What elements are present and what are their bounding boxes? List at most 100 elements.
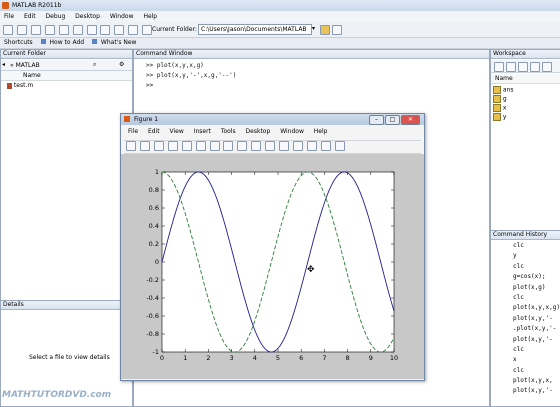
menu-file[interactable]: File — [4, 13, 14, 20]
gear-icon[interactable]: ⚙ — [119, 61, 124, 68]
delete-variable-icon[interactable] — [530, 62, 540, 72]
figure-menu-help[interactable]: Help — [314, 128, 328, 135]
save-figure-icon[interactable] — [153, 141, 164, 151]
history-entry[interactable]: clc — [513, 346, 559, 356]
history-entry[interactable]: clc — [513, 294, 559, 304]
workspace-panel: Workspace Name ans g x y — [490, 49, 560, 231]
x-tick-label: 0 — [160, 354, 164, 362]
matlab-logo-icon — [2, 2, 9, 9]
figure-menu-insert[interactable]: Insert — [194, 128, 211, 135]
workspace-name-header[interactable]: Name — [491, 74, 560, 84]
open-figure-icon[interactable] — [139, 141, 150, 151]
details-title: Details — [1, 301, 132, 310]
maximize-button[interactable]: □ — [385, 115, 400, 125]
edit-plot-icon[interactable] — [181, 141, 192, 151]
rotate-icon[interactable] — [237, 141, 248, 151]
history-entry[interactable]: .plot(x,y,'- — [513, 325, 559, 335]
how-to-add-link[interactable]: How to Add — [50, 39, 85, 46]
new-figure-icon[interactable] — [126, 141, 136, 151]
print-figure-icon[interactable] — [167, 141, 178, 151]
menu-edit[interactable]: Edit — [24, 13, 36, 20]
figure-menu-file[interactable]: File — [128, 128, 138, 135]
browse-folder-icon[interactable] — [320, 25, 330, 35]
y-tick-label: 0 — [155, 258, 159, 266]
command-window-title: Command Window — [134, 50, 489, 59]
x-tick-label: 9 — [369, 354, 373, 362]
menu-window[interactable]: Window — [110, 13, 134, 20]
m-file-icon — [7, 82, 12, 89]
history-entry[interactable]: clc — [513, 263, 559, 273]
history-entry[interactable]: plot(x,y,x, — [513, 377, 559, 387]
history-entry[interactable]: plot(x,y,x,g) — [513, 304, 560, 314]
x-tick-label: 4 — [253, 354, 257, 362]
command-line: >> plot(x,y,'-',x,g,'--') — [146, 72, 237, 79]
paste-icon[interactable] — [58, 25, 69, 35]
folder-path-crumb[interactable]: « MATLAB — [10, 62, 40, 69]
save-workspace-icon[interactable] — [518, 62, 528, 72]
folder-name-header[interactable]: Name — [1, 71, 132, 81]
redo-icon[interactable] — [86, 25, 97, 35]
show-plot-tools-icon[interactable] — [334, 141, 345, 151]
close-button[interactable]: ✕ — [401, 115, 420, 125]
list-item[interactable]: ans — [493, 86, 514, 94]
list-item[interactable]: y — [493, 113, 506, 121]
open-file-icon[interactable] — [16, 25, 27, 35]
undo-icon[interactable] — [72, 25, 83, 35]
hide-plot-tools-icon[interactable] — [320, 141, 331, 151]
zoom-in-icon[interactable] — [195, 141, 206, 151]
open-variable-icon[interactable] — [506, 62, 516, 72]
plot-area[interactable]: 0 1 2 3 4 5 6 7 8 9 10 1 0.8 0.6 0.4 0.2 0 -0.2 -0.4 -0.6 -0… — [121, 154, 424, 379]
new-file-icon[interactable] — [3, 25, 13, 35]
menu-debug[interactable]: Debug — [46, 13, 66, 20]
back-icon[interactable]: ◂ — [2, 61, 5, 68]
profiler-icon[interactable] — [128, 25, 139, 35]
history-entry[interactable]: clc — [513, 242, 559, 252]
list-item[interactable]: x — [493, 104, 506, 112]
simulink-icon[interactable] — [100, 25, 111, 35]
folder-up-icon[interactable] — [332, 25, 342, 35]
history-entry[interactable]: g=cos(x); — [513, 273, 559, 283]
current-folder-field[interactable]: C:\Users\Jason\Documents\MATLAB — [198, 24, 312, 35]
y-tick-label: -1 — [153, 348, 159, 356]
list-item[interactable]: test.m — [7, 82, 33, 89]
colorbar-icon[interactable] — [293, 141, 304, 151]
current-folder-panel: Current Folder ◂ « MATLAB ⌕ ⚙ Name test.… — [0, 49, 133, 301]
figure-menu-edit[interactable]: Edit — [148, 128, 160, 135]
legend-icon[interactable] — [306, 141, 317, 151]
history-entry[interactable]: plot(x,y,'- — [513, 315, 559, 325]
figure-menu-view[interactable]: View — [170, 128, 184, 135]
history-entry[interactable]: clc — [513, 367, 559, 377]
data-cursor-icon[interactable] — [251, 141, 262, 151]
pan-icon[interactable] — [223, 141, 234, 151]
figure-menu-desktop[interactable]: Desktop — [246, 128, 271, 135]
folder-dropdown-icon[interactable]: ▾ — [312, 25, 315, 32]
menu-desktop[interactable]: Desktop — [75, 13, 100, 20]
plot-select-icon[interactable] — [542, 62, 552, 72]
guide-icon[interactable] — [114, 25, 125, 35]
history-entry[interactable]: y — [513, 252, 559, 262]
new-variable-icon[interactable] — [494, 62, 504, 72]
whats-new-link[interactable]: What's New — [101, 39, 137, 46]
figure-menu-tools[interactable]: Tools — [221, 128, 236, 135]
help-icon[interactable] — [142, 25, 153, 35]
link-plot-icon[interactable] — [279, 141, 290, 151]
minimize-button[interactable]: – — [369, 115, 384, 125]
history-entry[interactable]: plot(x,y,'- — [513, 387, 559, 397]
history-entry[interactable]: x — [513, 356, 559, 366]
history-entry[interactable]: plot(x,g) — [513, 284, 559, 294]
list-item[interactable]: g — [493, 95, 507, 103]
brush-icon[interactable] — [265, 141, 276, 151]
x-tick-label: 10 — [390, 354, 398, 362]
zoom-out-icon[interactable] — [209, 141, 220, 151]
x-tick-label: 6 — [299, 354, 303, 362]
command-history-title: Command History — [491, 231, 560, 240]
app-title: MATLAB R2011b — [12, 2, 62, 9]
figure-menu-window[interactable]: Window — [280, 128, 304, 135]
variable-icon — [493, 113, 501, 121]
cut-icon[interactable] — [30, 25, 41, 35]
shortcuts-label[interactable]: Shortcuts — [4, 39, 33, 46]
menu-help[interactable]: Help — [143, 13, 157, 20]
copy-icon[interactable] — [44, 25, 55, 35]
history-entry[interactable]: plot(x,y,'- — [513, 336, 559, 346]
search-icon[interactable]: ⌕ — [93, 61, 96, 69]
